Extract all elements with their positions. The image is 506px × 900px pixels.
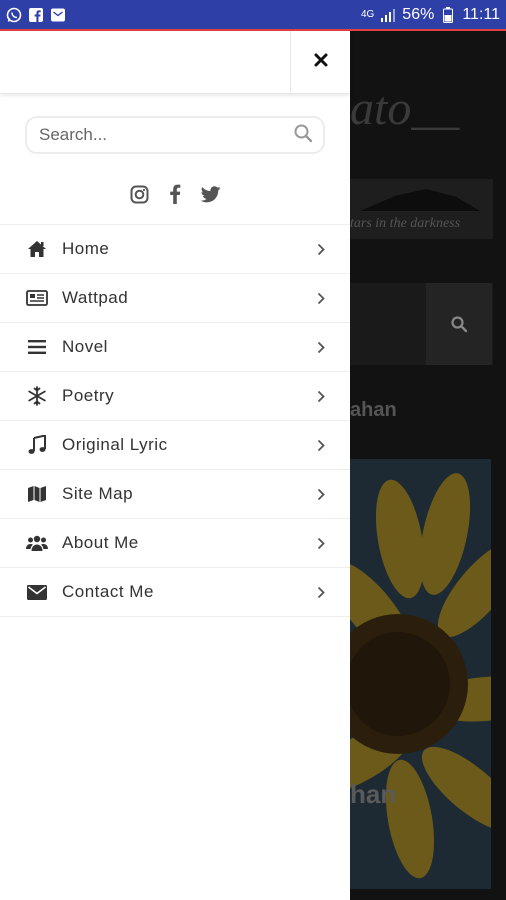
chevron-right-icon xyxy=(316,536,326,550)
whatsapp-icon xyxy=(6,7,22,23)
signal-icon xyxy=(380,7,396,23)
newspaper-icon xyxy=(26,288,48,308)
menu-item-label: Home xyxy=(62,239,110,258)
status-bar: 4G 56% 11:11 xyxy=(0,0,506,31)
chevron-right-icon xyxy=(316,585,326,599)
menu-item-label: Poetry xyxy=(62,386,115,405)
post-thumbnail xyxy=(350,459,491,889)
twitter-icon[interactable] xyxy=(201,184,221,204)
menu-item-home[interactable]: Home xyxy=(0,225,350,274)
chevron-right-icon xyxy=(316,389,326,403)
search-input[interactable] xyxy=(39,125,293,145)
chevron-right-icon xyxy=(316,340,326,354)
menu-item-label: Original Lyric xyxy=(62,435,168,454)
social-links xyxy=(0,182,350,206)
navigation-drawer: Home Wattpad Novel Poetry xyxy=(0,31,350,900)
menu-item-label: Contact Me xyxy=(62,582,154,601)
envelope-icon xyxy=(26,582,48,602)
map-icon xyxy=(26,484,48,504)
home-icon xyxy=(26,239,48,259)
drawer-menu: Home Wattpad Novel Poetry Original Lyric… xyxy=(0,224,350,617)
category-label: ahan xyxy=(350,399,397,421)
snowflake-icon xyxy=(26,386,48,406)
menu-item-wattpad[interactable]: Wattpad xyxy=(0,274,350,323)
search-icon[interactable] xyxy=(293,123,313,148)
facebook-icon[interactable] xyxy=(165,184,185,204)
menu-item-label: Site Map xyxy=(62,484,134,503)
close-icon xyxy=(314,53,328,72)
menu-item-site-map[interactable]: Site Map xyxy=(0,470,350,519)
music-icon xyxy=(26,435,48,455)
notification-icons xyxy=(6,7,66,23)
battery-percent: 56% xyxy=(402,5,435,23)
users-icon xyxy=(26,533,48,553)
chevron-right-icon xyxy=(316,242,326,256)
chevron-right-icon xyxy=(316,487,326,501)
menu-item-about-me[interactable]: About Me xyxy=(0,519,350,568)
menu-item-contact-me[interactable]: Contact Me xyxy=(0,568,350,617)
battery-icon xyxy=(440,6,456,23)
search-icon xyxy=(426,283,492,365)
facebook-icon xyxy=(28,7,44,23)
menu-item-original-lyric[interactable]: Original Lyric xyxy=(0,421,350,470)
background-page: ato__ tars in the darkness ahan han xyxy=(350,31,506,900)
menu-item-label: About Me xyxy=(62,533,139,552)
menu-item-label: Novel xyxy=(62,337,108,356)
menu-item-novel[interactable]: Novel xyxy=(0,323,350,372)
clock: 11:11 xyxy=(462,5,500,23)
system-status: 4G 56% 11:11 xyxy=(361,6,500,24)
menu-item-poetry[interactable]: Poetry xyxy=(0,372,350,421)
network-type: 4G xyxy=(360,9,375,20)
chevron-right-icon xyxy=(316,291,326,305)
blog-tagline: tars in the darkness xyxy=(350,216,461,231)
instagram-icon[interactable] xyxy=(129,184,149,204)
list-icon xyxy=(26,337,48,357)
search-box xyxy=(25,116,325,154)
chevron-right-icon xyxy=(316,438,326,452)
close-button[interactable] xyxy=(290,31,350,93)
post-title: han xyxy=(350,779,397,809)
menu-item-label: Wattpad xyxy=(62,288,129,307)
drawer-header xyxy=(0,31,350,93)
blog-title: ato__ xyxy=(350,82,460,135)
email-icon xyxy=(50,7,66,23)
